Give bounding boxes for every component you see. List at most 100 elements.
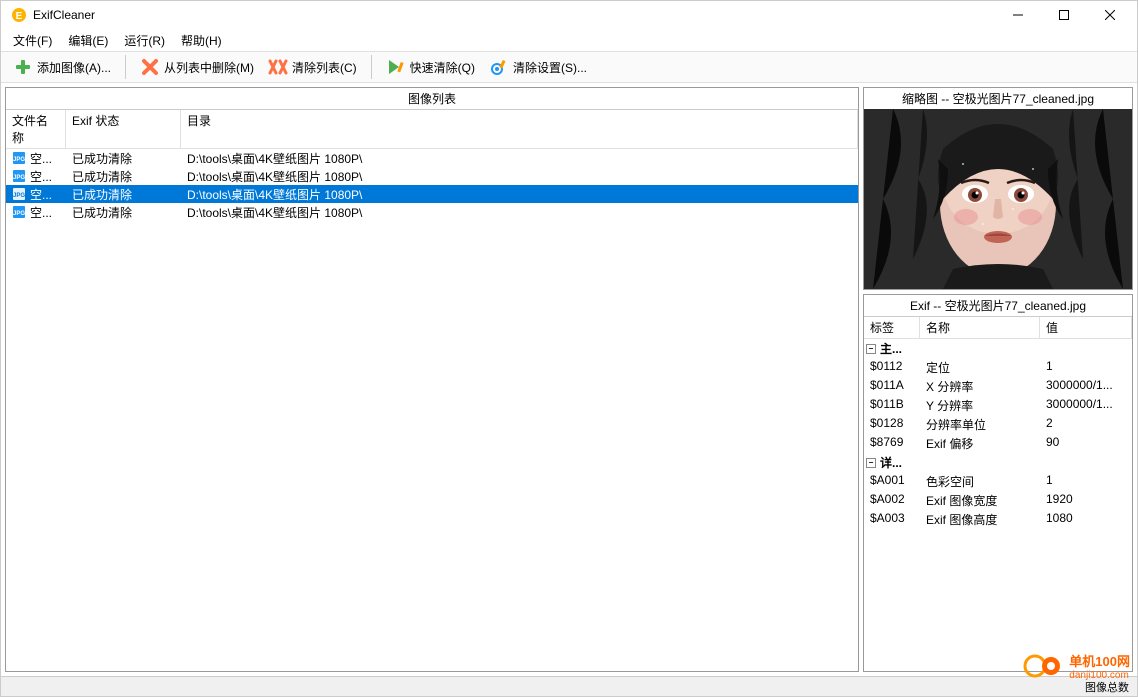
exif-name: Exif 偏移 xyxy=(920,435,1040,452)
exif-tag: $0112 xyxy=(864,359,920,376)
image-list-header: 文件名称 Exif 状态 目录 xyxy=(6,110,858,149)
header-status[interactable]: Exif 状态 xyxy=(66,110,181,148)
toolbar-separator xyxy=(125,55,126,79)
exif-row[interactable]: $011BY 分辨率3000000/1... xyxy=(864,396,1132,415)
toolbar: 添加图像(A)... 从列表中删除(M) 清除列表(C) 快速清除(Q) 清除设… xyxy=(1,51,1137,83)
directory-cell: D:\tools\桌面\4K壁纸图片 1080P\ xyxy=(181,150,858,167)
svg-text:JPG: JPG xyxy=(13,175,25,181)
jpg-file-icon: JPG xyxy=(12,187,26,201)
double-x-icon xyxy=(268,57,288,77)
exif-tag: $011A xyxy=(864,378,920,395)
window-title: ExifCleaner xyxy=(33,8,995,22)
menu-file[interactable]: 文件(F) xyxy=(5,30,60,51)
clear-list-button[interactable]: 清除列表(C) xyxy=(262,55,363,79)
image-list-body[interactable]: JPG空... 已成功清除 D:\tools\桌面\4K壁纸图片 1080P\ … xyxy=(6,149,858,671)
maximize-button[interactable] xyxy=(1041,1,1087,29)
exif-group-row[interactable]: −主... xyxy=(864,339,1132,358)
app-icon: E xyxy=(11,7,27,23)
exif-section: Exif -- 空极光图片77_cleaned.jpg 标签 名称 值 −主..… xyxy=(863,294,1133,672)
directory-cell: D:\tools\桌面\4K壁纸图片 1080P\ xyxy=(181,186,858,203)
thumbnail-section: 缩略图 -- 空极光图片77_cleaned.jpg xyxy=(863,87,1133,290)
exif-body[interactable]: −主...$0112定位1$011AX 分辨率3000000/1...$011B… xyxy=(864,339,1132,671)
exif-value: 2 xyxy=(1040,416,1132,433)
exif-value: 3000000/1... xyxy=(1040,378,1132,395)
exif-value: 1920 xyxy=(1040,492,1132,509)
exif-tag: $011B xyxy=(864,397,920,414)
group-label: 主... xyxy=(880,340,902,357)
exif-tag: $0128 xyxy=(864,416,920,433)
file-name: 空... xyxy=(30,150,52,167)
close-button[interactable] xyxy=(1087,1,1133,29)
status-text: 图像总数 xyxy=(1085,679,1129,695)
exif-header-tag[interactable]: 标签 xyxy=(864,317,920,338)
status-cell: 已成功清除 xyxy=(66,186,181,203)
menu-bar: 文件(F) 编辑(E) 运行(R) 帮助(H) xyxy=(1,29,1137,51)
exif-value: 1080 xyxy=(1040,511,1132,528)
svg-text:JPG: JPG xyxy=(13,157,25,163)
group-label: 详... xyxy=(880,454,902,471)
image-list-title: 图像列表 xyxy=(6,88,858,110)
file-name: 空... xyxy=(30,204,52,221)
thumbnail-title: 缩略图 -- 空极光图片77_cleaned.jpg xyxy=(864,88,1132,109)
exif-header-name[interactable]: 名称 xyxy=(920,317,1040,338)
add-image-label: 添加图像(A)... xyxy=(37,59,111,76)
exif-row[interactable]: $8769Exif 偏移90 xyxy=(864,434,1132,453)
exif-name: Exif 图像宽度 xyxy=(920,492,1040,509)
status-cell: 已成功清除 xyxy=(66,204,181,221)
exif-row[interactable]: $011AX 分辨率3000000/1... xyxy=(864,377,1132,396)
exif-tag: $A001 xyxy=(864,473,920,490)
exif-row[interactable]: $A003Exif 图像高度1080 xyxy=(864,510,1132,529)
exif-row[interactable]: $0128分辨率单位2 xyxy=(864,415,1132,434)
window-controls xyxy=(995,1,1133,29)
exif-value: 1 xyxy=(1040,473,1132,490)
collapse-icon[interactable]: − xyxy=(866,458,876,468)
jpg-file-icon: JPG xyxy=(12,169,26,183)
exif-row[interactable]: $0112定位1 xyxy=(864,358,1132,377)
quick-clean-button[interactable]: 快速清除(Q) xyxy=(380,55,481,79)
header-directory[interactable]: 目录 xyxy=(181,110,858,148)
exif-name: X 分辨率 xyxy=(920,378,1040,395)
exif-row[interactable]: $A002Exif 图像宽度1920 xyxy=(864,491,1132,510)
exif-name: Y 分辨率 xyxy=(920,397,1040,414)
jpg-file-icon: JPG xyxy=(12,205,26,219)
exif-value: 1 xyxy=(1040,359,1132,376)
exif-title: Exif -- 空极光图片77_cleaned.jpg xyxy=(864,295,1132,317)
remove-from-list-button[interactable]: 从列表中删除(M) xyxy=(134,55,260,79)
exif-tag: $A003 xyxy=(864,511,920,528)
add-image-button[interactable]: 添加图像(A)... xyxy=(7,55,117,79)
clean-settings-button[interactable]: 清除设置(S)... xyxy=(483,55,593,79)
gear-brush-icon xyxy=(489,57,509,77)
jpg-file-icon: JPG xyxy=(12,151,26,165)
exif-value: 90 xyxy=(1040,435,1132,452)
exif-group-row[interactable]: −详... xyxy=(864,453,1132,472)
exif-name: Exif 图像高度 xyxy=(920,511,1040,528)
title-bar: E ExifCleaner xyxy=(1,1,1137,29)
svg-text:E: E xyxy=(16,11,23,22)
menu-edit[interactable]: 编辑(E) xyxy=(60,30,116,51)
directory-cell: D:\tools\桌面\4K壁纸图片 1080P\ xyxy=(181,168,858,185)
play-brush-icon xyxy=(386,57,406,77)
collapse-icon[interactable]: − xyxy=(866,344,876,354)
table-row[interactable]: JPG 空... 已成功清除 D:\tools\桌面\4K壁纸图片 1080P\ xyxy=(6,149,858,167)
exif-header-value[interactable]: 值 xyxy=(1040,317,1132,338)
table-row[interactable]: JPG 空... 已成功清除 D:\tools\桌面\4K壁纸图片 1080P\ xyxy=(6,185,858,203)
status-cell: 已成功清除 xyxy=(66,168,181,185)
table-row[interactable]: JPG 空... 已成功清除 D:\tools\桌面\4K壁纸图片 1080P\ xyxy=(6,203,858,221)
svg-text:JPG: JPG xyxy=(13,211,25,217)
header-filename[interactable]: 文件名称 xyxy=(6,110,66,148)
exif-tag: $A002 xyxy=(864,492,920,509)
table-row[interactable]: JPG空... 已成功清除 D:\tools\桌面\4K壁纸图片 1080P\ xyxy=(6,167,858,185)
status-bar: 图像总数 xyxy=(1,676,1137,696)
x-icon xyxy=(140,57,160,77)
exif-value: 3000000/1... xyxy=(1040,397,1132,414)
directory-cell: D:\tools\桌面\4K壁纸图片 1080P\ xyxy=(181,204,858,221)
menu-help[interactable]: 帮助(H) xyxy=(173,30,230,51)
exif-name: 定位 xyxy=(920,359,1040,376)
file-name: 空... xyxy=(30,186,52,203)
menu-run[interactable]: 运行(R) xyxy=(116,30,173,51)
exif-row[interactable]: $A001色彩空间1 xyxy=(864,472,1132,491)
plus-icon xyxy=(13,57,33,77)
status-cell: 已成功清除 xyxy=(66,150,181,167)
image-list-panel: 图像列表 文件名称 Exif 状态 目录 JPG 空... 已成功清除 D:\to… xyxy=(5,87,859,672)
minimize-button[interactable] xyxy=(995,1,1041,29)
